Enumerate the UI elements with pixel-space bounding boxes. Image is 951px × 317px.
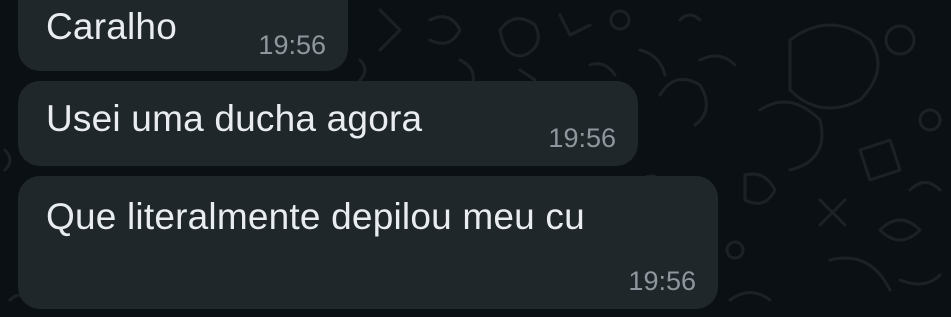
- message-bubble[interactable]: Que literalmente depilou meu cu 19:56: [18, 176, 718, 309]
- message-timestamp: 19:56: [548, 123, 616, 153]
- message-timestamp: 19:56: [628, 266, 696, 296]
- chat-conversation: Caralho 19:56 Usei uma ducha agora 19:56…: [0, 0, 951, 317]
- message-text: Caralho: [46, 6, 177, 47]
- message-text: Que literalmente depilou meu cu: [46, 196, 585, 237]
- message-bubble[interactable]: Caralho 19:56: [18, 0, 348, 71]
- message-timestamp: 19:56: [258, 30, 326, 60]
- message-text: Usei uma ducha agora: [46, 98, 423, 139]
- message-bubble[interactable]: Usei uma ducha agora 19:56: [18, 81, 638, 166]
